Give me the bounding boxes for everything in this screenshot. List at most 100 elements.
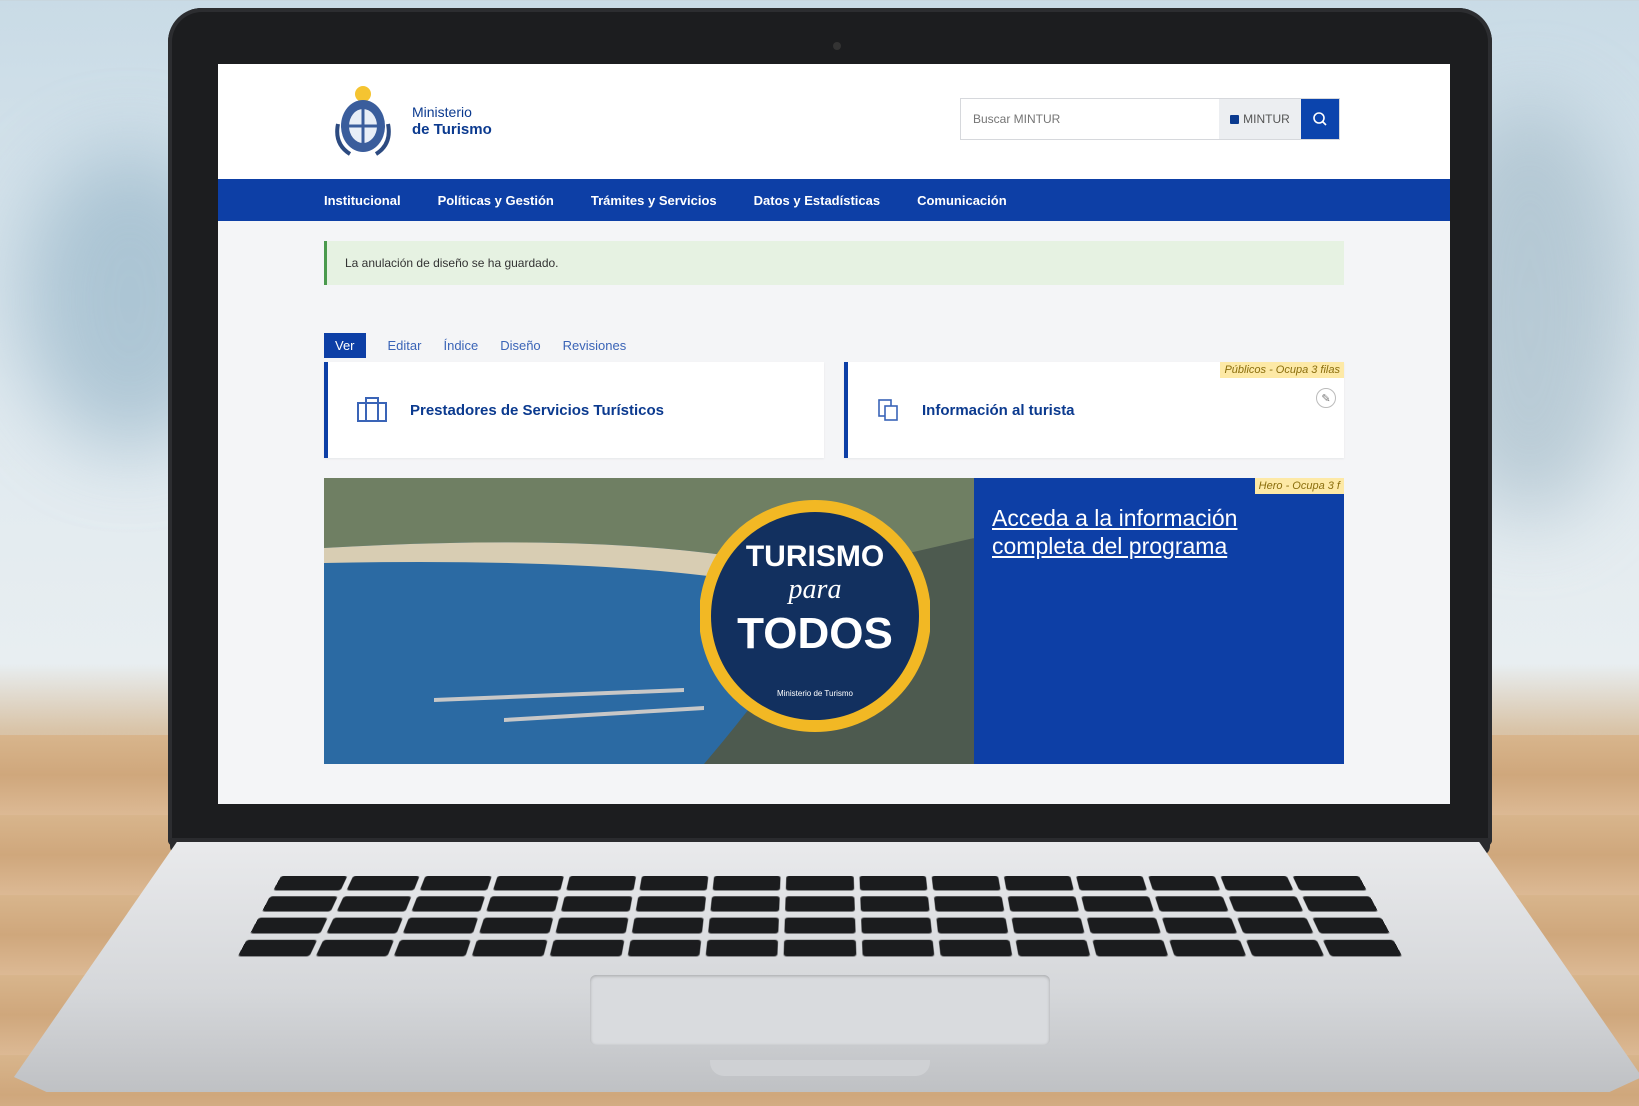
keyboard-key [859,896,930,912]
ministry-line1: Ministerio [412,104,472,120]
keyboard-key [393,939,472,957]
main-nav: Institucional Políticas y Gestión Trámit… [218,179,1450,221]
keyboard-key [1236,917,1314,934]
keyboard-key [935,917,1008,934]
keyboard-key [555,917,629,934]
keyboard-key [315,939,395,957]
pencil-icon[interactable]: ✎ [1316,388,1336,408]
status-message: La anulación de diseño se ha guardado. [324,241,1344,285]
keyboard-key [261,896,338,912]
keyboard-key [402,917,479,934]
keyboard-key [493,875,565,891]
keyboard-key [1007,896,1079,912]
keyboard-key [627,939,702,957]
search-input[interactable] [961,99,1219,139]
keyboard-key [784,917,856,934]
search-button[interactable] [1301,99,1339,139]
checkbox-icon[interactable] [1230,114,1240,124]
site-header: Ministerio de Turismo MINTUR [218,64,1450,179]
hero-section: TURISMO para TODOS Ministerio de Turismo… [324,478,1344,764]
logo-mid-text: para [787,574,842,605]
keyboard-key [710,896,781,912]
keyboard-key [706,939,779,957]
layout-badge: Hero - Ocupa 3 f [1254,478,1344,494]
keyboard-key [859,875,928,891]
keyboard-key [566,875,637,891]
keyboard-key [784,939,856,957]
keyboard-key [708,917,780,934]
keyboard-key [419,875,493,891]
tab-indice[interactable]: Índice [443,333,478,358]
keyboard-key [336,896,412,912]
keyboard-key [471,939,548,957]
logo-main-text: TODOS [737,609,893,658]
tab-revisiones[interactable]: Revisiones [563,333,627,358]
document-icon [878,399,898,421]
keyboard-key [1245,939,1325,957]
nav-item-politicas[interactable]: Políticas y Gestión [438,193,554,208]
keyboard-key [250,917,328,934]
keyboard-key [486,896,560,912]
keyboard-key [237,939,318,957]
ministry-logo-text[interactable]: Ministerio de Turismo [412,104,492,138]
hero-image: TURISMO para TODOS Ministerio de Turismo [324,478,974,764]
card-prestadores[interactable]: Prestadores de Servicios Turísticos [324,362,824,458]
keyboard-key [1092,939,1169,957]
keyboard-key [479,917,554,934]
keyboard-key [1086,917,1161,934]
search-scope-label: MINTUR [1243,112,1290,126]
keyboard-key [1302,896,1379,912]
keyboard-key [1003,875,1074,891]
keyboard-key [1011,917,1085,934]
coat-of-arms-icon [335,86,391,156]
tab-editar[interactable]: Editar [388,333,422,358]
keyboard-key [938,939,1013,957]
local-tasks-tabs: Ver Editar Índice Diseño Revisiones [324,333,1344,358]
hero-link[interactable]: Acceda a la información completa del pro… [992,504,1326,560]
keyboard-key [1292,875,1367,891]
cards-row: Prestadores de Servicios Turísticos Info… [324,362,1344,458]
logo-sub-text: Ministerio de Turismo [777,689,854,698]
browser-screen: Ministerio de Turismo MINTUR Institucion… [218,64,1450,804]
keyboard-key [1075,875,1147,891]
keyboard-key [1015,939,1091,957]
keyboard-key [712,875,781,891]
keyboard-key [1322,939,1403,957]
keyboard-key [1161,917,1238,934]
ministry-line2: de Turismo [412,121,492,138]
keyboard-key [1312,917,1390,934]
keyboard-key [786,875,854,891]
nav-item-comunicacion[interactable]: Comunicación [917,193,1007,208]
tab-diseno[interactable]: Diseño [500,333,540,358]
keyboard-key [273,875,348,891]
nav-item-datos[interactable]: Datos y Estadísticas [754,193,880,208]
keyboard-key [326,917,404,934]
keyboard-key [632,917,705,934]
keyboard-key [1228,896,1304,912]
keyboard-key [1220,875,1294,891]
keyboard [237,875,1403,958]
keyboard-key [561,896,633,912]
keyboard-key [1168,939,1247,957]
keyboard-key [346,875,420,891]
tab-ver[interactable]: Ver [324,333,366,358]
laptop-notch [710,1060,930,1076]
search-scope-toggle[interactable]: MINTUR [1219,99,1301,139]
keyboard-key [931,875,1001,891]
main-content: La anulación de diseño se ha guardado. V… [218,221,1450,764]
turismo-para-todos-logo: TURISMO para TODOS Ministerio de Turismo [700,500,930,732]
search-icon [1313,112,1327,126]
camera [833,42,841,50]
keyboard-key [639,875,709,891]
card-informacion[interactable]: Información al turista Públicos - Ocupa … [844,362,1344,458]
layout-badge: Públicos - Ocupa 3 filas [1220,362,1344,378]
nav-item-institucional[interactable]: Institucional [324,193,401,208]
keyboard-key [1154,896,1229,912]
hero-panel: Acceda a la información completa del pro… [974,478,1344,764]
keyboard-key [933,896,1005,912]
trackpad [590,975,1050,1045]
nav-item-tramites[interactable]: Trámites y Servicios [591,193,717,208]
keyboard-key [549,939,625,957]
keyboard-key [1147,875,1221,891]
keyboard-key [860,917,932,934]
